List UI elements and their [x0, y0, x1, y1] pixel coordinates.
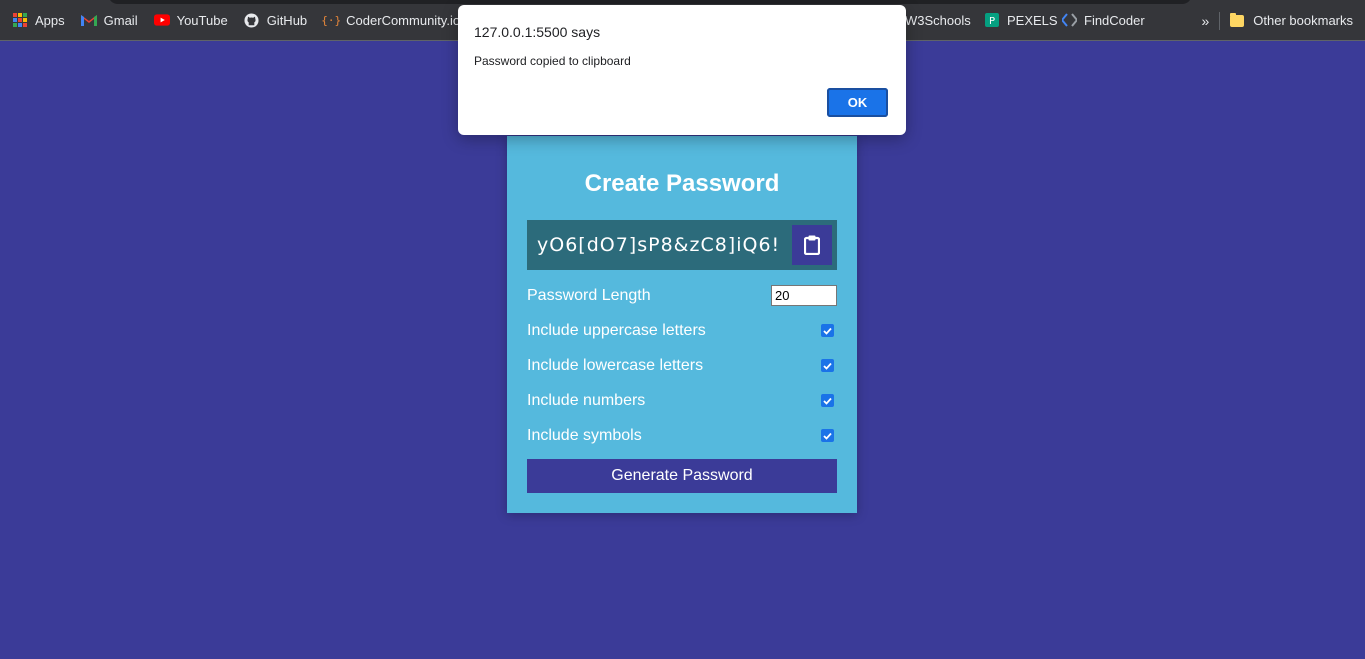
pexels-icon: P: [984, 12, 1000, 28]
clipboard-icon: [804, 235, 820, 255]
github-icon: [244, 12, 260, 28]
password-length-input[interactable]: 20: [771, 285, 837, 306]
page-title: Create Password: [584, 170, 780, 197]
password-generator-card: Create Password yO6[dO7]sP8&zC8]iQ6! Pas…: [507, 136, 857, 513]
setting-uppercase: Include uppercase letters: [527, 313, 837, 348]
other-bookmarks[interactable]: Other bookmarks: [1230, 12, 1353, 28]
divider: [1219, 11, 1221, 30]
apps-grid-icon: [12, 12, 28, 28]
password-output: yO6[dO7]sP8&zC8]iQ6!: [537, 234, 781, 256]
bookmark-label: CoderCommunity.io: [346, 12, 461, 28]
folder-icon: [1230, 12, 1245, 27]
dialog-message: Password copied to clipboard: [474, 54, 631, 68]
bookmark-label: Gmail: [103, 12, 138, 28]
uppercase-checkbox[interactable]: [821, 324, 834, 337]
setting-length: Password Length 20: [527, 278, 837, 313]
ok-button[interactable]: OK: [826, 87, 889, 118]
alert-dialog: 127.0.0.1:5500 says Password copied to c…: [458, 5, 906, 135]
youtube-icon: [153, 12, 170, 28]
svg-text:P: P: [989, 16, 995, 27]
bookmark-label: Apps: [35, 12, 65, 28]
bookmark-pexels[interactable]: P PEXELS: [984, 12, 1058, 28]
generate-password-button[interactable]: Generate Password: [527, 459, 837, 493]
bookmark-label: FindCoder: [1084, 12, 1145, 28]
gmail-icon: [80, 12, 97, 28]
bookmark-label: PEXELS: [1007, 12, 1058, 28]
checkmark-icon: [823, 397, 832, 405]
checkmark-icon: [823, 327, 832, 335]
bookmark-label: W3Schools: [905, 12, 971, 28]
password-result: yO6[dO7]sP8&zC8]iQ6!: [527, 220, 837, 270]
setting-label: Include uppercase letters: [527, 321, 706, 339]
bookmark-label: YouTube: [176, 12, 228, 28]
checkmark-icon: [823, 362, 832, 370]
bookmark-github[interactable]: GitHub: [244, 12, 307, 28]
bookmark-findcoder[interactable]: FindCoder: [1061, 12, 1145, 28]
bookmark-codercommunity[interactable]: {·} CoderCommunity.io: [321, 12, 461, 28]
dialog-title: 127.0.0.1:5500 says: [474, 24, 601, 40]
setting-label: Include numbers: [527, 391, 646, 409]
more-bookmarks-chevron-icon[interactable]: »: [1202, 13, 1210, 29]
lowercase-checkbox[interactable]: [821, 359, 834, 372]
setting-lowercase: Include lowercase letters: [527, 348, 837, 383]
setting-label: Include symbols: [527, 426, 642, 444]
other-bookmarks-label: Other bookmarks: [1253, 13, 1353, 28]
setting-label: Password Length: [527, 286, 651, 304]
setting-numbers: Include numbers: [527, 383, 837, 418]
setting-label: Include lowercase letters: [527, 356, 704, 374]
bookmark-apps[interactable]: Apps: [12, 12, 65, 28]
copy-clipboard-button[interactable]: [792, 225, 832, 265]
bookmark-youtube[interactable]: YouTube: [153, 12, 228, 28]
numbers-checkbox[interactable]: [821, 394, 834, 407]
setting-symbols: Include symbols: [527, 418, 837, 453]
bookmark-label: GitHub: [266, 12, 308, 28]
bookmark-gmail[interactable]: Gmail: [80, 12, 138, 28]
symbols-checkbox[interactable]: [821, 429, 834, 442]
bookmark-w3schools[interactable]: W3Schools: [905, 13, 971, 28]
findcoder-icon: [1061, 12, 1077, 28]
checkmark-icon: [823, 432, 832, 440]
codercommunity-icon: {·}: [321, 13, 342, 27]
